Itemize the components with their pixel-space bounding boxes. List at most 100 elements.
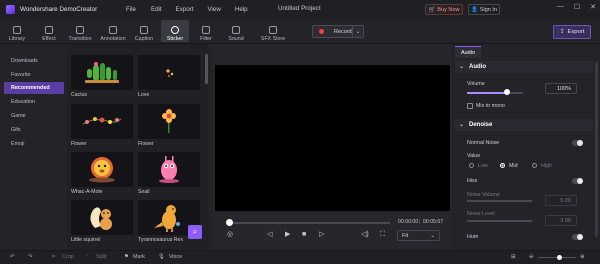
filter-icon bbox=[202, 26, 210, 34]
tool-sticker[interactable]: Sticker bbox=[161, 20, 189, 42]
playback-timeline[interactable] bbox=[228, 222, 390, 224]
properties-scrollbar[interactable] bbox=[595, 62, 598, 237]
tool-caption[interactable]: Caption bbox=[131, 20, 157, 42]
sticker-caption: Flower bbox=[71, 141, 87, 147]
volume-value-field[interactable]: 100% bbox=[545, 83, 577, 94]
sidebar-item-recommended[interactable]: Recommended bbox=[4, 82, 64, 94]
menu-file[interactable]: File bbox=[126, 6, 136, 13]
sidebar-item-favorite[interactable]: Favorite bbox=[4, 69, 64, 81]
tool-label: Effect bbox=[42, 36, 56, 42]
zoom-value: Fit bbox=[402, 232, 409, 239]
app-logo-icon bbox=[6, 4, 15, 14]
flower-icon bbox=[162, 109, 176, 133]
close-icon[interactable]: ✕ bbox=[590, 3, 596, 11]
undo-icon[interactable]: ↶ bbox=[10, 253, 15, 261]
chevron-down-icon: ⌄ bbox=[459, 122, 465, 128]
menu-edit[interactable]: Edit bbox=[151, 6, 162, 13]
minimize-icon[interactable]: — bbox=[557, 3, 564, 11]
crop-button[interactable]: Crop bbox=[62, 253, 74, 261]
microphone-icon[interactable]: 🎙 bbox=[158, 253, 165, 261]
tool-filter[interactable]: Filter bbox=[194, 20, 218, 42]
sticker-thumbnail-flower-2[interactable] bbox=[138, 104, 200, 139]
volume-slider[interactable] bbox=[467, 92, 523, 94]
stop-icon[interactable]: ■ bbox=[302, 230, 306, 240]
tool-sfx-store[interactable]: SFX Store bbox=[258, 20, 288, 42]
maximize-icon[interactable]: ☐ bbox=[574, 3, 580, 11]
sticker-thumbnail-snail[interactable] bbox=[138, 152, 200, 187]
tool-annotation[interactable]: Annotation bbox=[97, 20, 129, 42]
section-denoise[interactable]: ⌄ Denoise bbox=[455, 119, 593, 131]
previous-frame-icon[interactable]: ◁ bbox=[267, 230, 272, 240]
noise-level-field[interactable]: 3.00 bbox=[545, 215, 577, 226]
sticker-thumbnail-whac-a-mole[interactable] bbox=[71, 152, 133, 187]
sticker-thumbnail-love[interactable] bbox=[138, 55, 200, 90]
screenshot-icon[interactable]: ◎ bbox=[227, 230, 233, 240]
split-button[interactable]: Split bbox=[96, 253, 107, 261]
tab-audio[interactable]: Audio bbox=[455, 46, 481, 58]
sfx-store-icon bbox=[269, 26, 277, 34]
menu-view[interactable]: View bbox=[208, 6, 221, 13]
record-button[interactable]: Record ⌄ bbox=[312, 25, 364, 38]
fit-timeline-icon[interactable]: ⊞ bbox=[511, 253, 516, 261]
mark-icon[interactable]: ⚑ bbox=[124, 253, 129, 261]
radio-high[interactable] bbox=[532, 163, 537, 168]
crop-icon[interactable]: ⌗ bbox=[52, 253, 55, 261]
play-icon[interactable]: ▶ bbox=[285, 230, 290, 240]
tool-sound[interactable]: Sound bbox=[224, 20, 248, 42]
sticker-thumbnail-flower-1[interactable] bbox=[71, 104, 133, 139]
sidebar-item-downloads[interactable]: Downloads bbox=[4, 55, 64, 67]
split-icon[interactable]: ⫶ bbox=[87, 253, 88, 261]
mark-button[interactable]: Mark bbox=[133, 253, 145, 261]
buy-now-button[interactable]: 🛒 Buy Now bbox=[425, 4, 463, 15]
timeline-zoom-knob[interactable] bbox=[557, 255, 562, 260]
noise-level-slider[interactable] bbox=[467, 220, 532, 222]
volume-icon[interactable]: ◁) bbox=[361, 230, 369, 240]
next-frame-icon[interactable]: ▷ bbox=[319, 230, 324, 240]
mix-to-mono-checkbox[interactable] bbox=[467, 103, 473, 109]
export-button[interactable]: ⇪ Export bbox=[553, 25, 591, 39]
radio-mid[interactable] bbox=[500, 163, 505, 168]
hiss-toggle[interactable] bbox=[572, 178, 583, 184]
hum-toggle[interactable] bbox=[572, 234, 583, 240]
sidebar-item-game[interactable]: Game bbox=[4, 110, 64, 122]
radio-low-label: Low bbox=[478, 163, 488, 169]
snail-icon bbox=[159, 156, 179, 183]
search-button[interactable]: ⌕ bbox=[188, 225, 202, 239]
fullscreen-icon[interactable]: ⛶ bbox=[380, 230, 385, 240]
tool-label: SFX Store bbox=[260, 36, 286, 42]
sticker-thumbnail-cactus[interactable] bbox=[71, 55, 133, 90]
menu-export[interactable]: Export bbox=[176, 6, 194, 13]
sticker-caption: Snail bbox=[138, 189, 150, 195]
section-denoise-title: Denoise bbox=[469, 122, 493, 128]
sign-in-button[interactable]: 👤 Sign In bbox=[468, 4, 500, 15]
normal-noise-toggle[interactable] bbox=[572, 140, 583, 146]
zoom-in-icon[interactable]: ⊕ bbox=[580, 253, 585, 261]
user-icon: 👤 bbox=[471, 6, 478, 13]
menu-help[interactable]: Help bbox=[235, 6, 248, 13]
tool-transition[interactable]: Transition bbox=[66, 20, 94, 42]
zoom-out-icon[interactable]: ⊖ bbox=[529, 253, 534, 261]
chevron-down-icon[interactable]: ⌄ bbox=[352, 26, 363, 37]
tool-effect[interactable]: Effect bbox=[36, 20, 62, 42]
video-preview-canvas[interactable] bbox=[215, 65, 450, 211]
sticker-grid-scrollbar[interactable] bbox=[205, 54, 208, 84]
radio-high-label: High bbox=[541, 163, 552, 169]
radio-low[interactable] bbox=[469, 163, 474, 168]
sidebar-item-emoji[interactable]: Emoji bbox=[4, 138, 64, 150]
noise-volume-slider[interactable] bbox=[467, 200, 532, 202]
menu-bar: File Edit Export View Help bbox=[112, 6, 262, 13]
noise-volume-value: 5.00 bbox=[560, 197, 571, 204]
sidebar-item-education[interactable]: Education bbox=[4, 96, 64, 108]
flower-garland-icon bbox=[82, 117, 122, 125]
noise-volume-field[interactable]: 5.00 bbox=[545, 195, 577, 206]
tool-library[interactable]: Library bbox=[4, 20, 30, 42]
zoom-select[interactable]: Fit ⌄ bbox=[397, 230, 440, 241]
voice-button[interactable]: Voice bbox=[169, 253, 182, 261]
section-audio[interactable]: ⌄ Audio bbox=[455, 61, 593, 73]
sticker-thumbnail-little-squirrel[interactable] bbox=[71, 200, 133, 235]
redo-icon[interactable]: ↷ bbox=[28, 253, 33, 261]
sidebar-item-gifs[interactable]: Gifs bbox=[4, 124, 64, 136]
playhead-knob[interactable] bbox=[226, 219, 233, 226]
noise-volume-label: Noise Volume bbox=[467, 192, 500, 198]
record-label: Record bbox=[334, 28, 352, 35]
